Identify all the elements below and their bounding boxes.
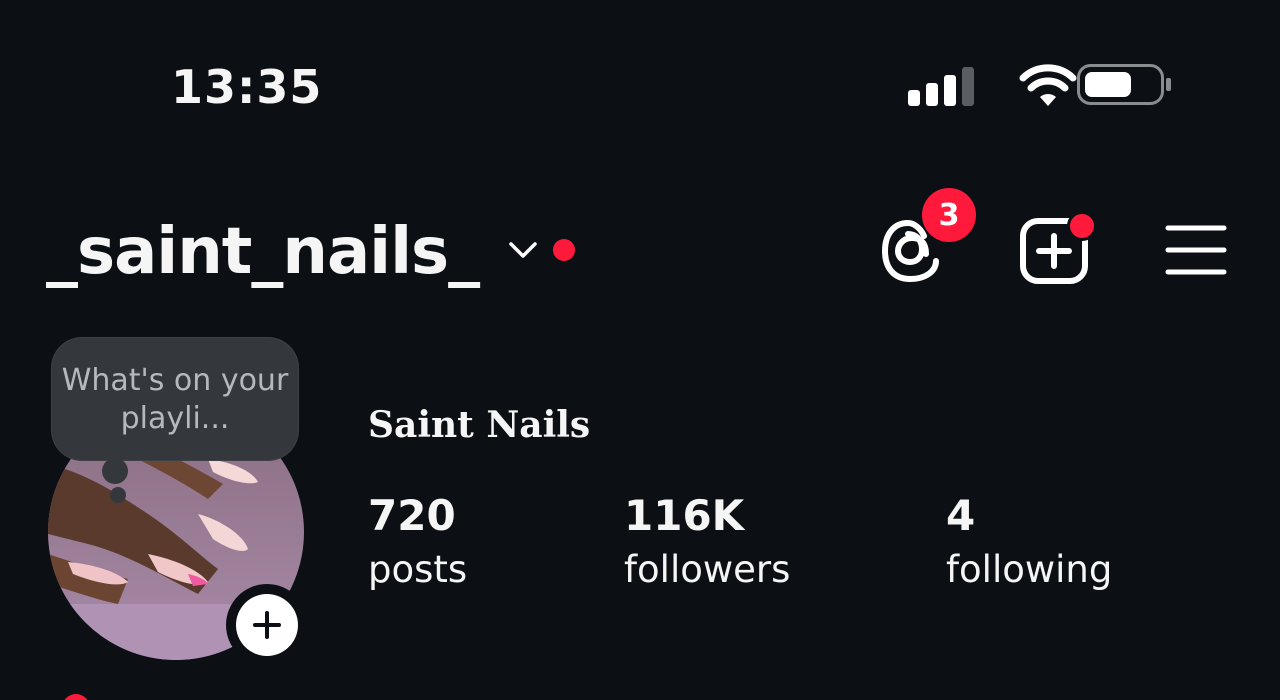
battery-icon [1077,64,1171,105]
posts-count: 720 [368,491,456,540]
chevron-down-icon[interactable] [508,238,538,262]
following-stat[interactable]: 4 following [946,490,1112,598]
followers-count: 116K [624,491,745,540]
note-text: What's on your playli... [61,363,289,436]
note-bubble[interactable]: What's on your playli... [52,338,298,460]
posts-stat[interactable]: 720 posts [368,490,467,598]
display-name: Saint Nails [368,404,591,446]
note-tail-dot [102,458,128,484]
followers-label: followers [624,548,791,591]
status-time: 13:35 [171,60,323,114]
threads-badge: 3 [922,188,976,242]
add-story-button[interactable] [226,584,308,666]
cellular-signal-icon [908,67,974,106]
followers-stat[interactable]: 116K followers [624,490,790,598]
wifi-icon [1019,64,1077,106]
status-icons [908,64,1171,106]
partial-red-indicator [62,694,90,700]
hamburger-menu-icon[interactable] [1164,222,1228,278]
add-story-circle [236,594,298,656]
posts-label: posts [368,548,468,591]
plus-icon [253,611,281,639]
following-label: following [946,548,1113,591]
create-notification-dot [1067,211,1097,241]
profile-screen: 13:35 _saint_nails_ 3 What's on your pla… [0,0,1280,700]
note-tail-dot-small [110,487,126,503]
account-notification-dot [553,239,575,261]
username-switcher[interactable]: _saint_nails_ [46,212,480,292]
following-count: 4 [946,491,976,540]
